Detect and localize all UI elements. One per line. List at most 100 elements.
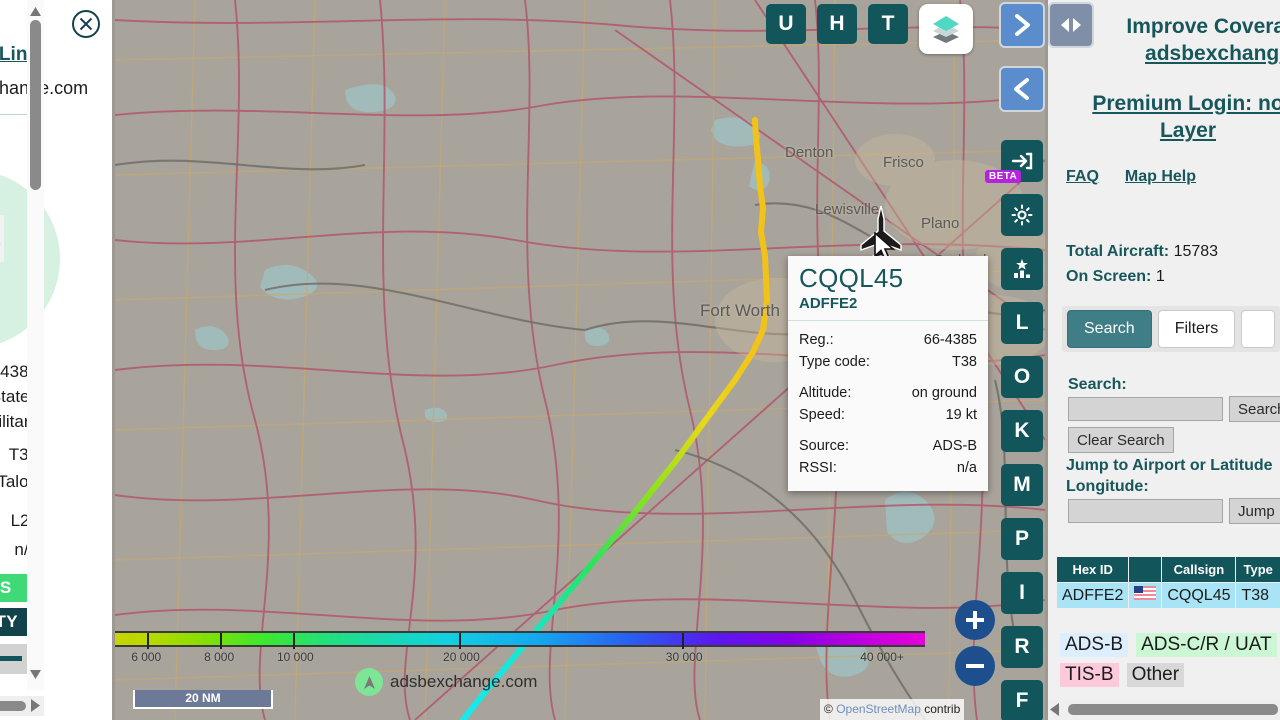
chevron-left-icon	[1014, 78, 1029, 100]
expand-right-button[interactable]	[999, 2, 1045, 48]
osm-attribution: © OpenStreetMap contrib	[820, 699, 965, 720]
popup-hex-id: ADFFE2	[799, 295, 858, 313]
on-screen-value: 1	[1155, 267, 1165, 285]
minus-icon	[966, 664, 984, 668]
us-flag-icon	[1134, 586, 1157, 600]
alt-tick-label: 20 000	[443, 650, 480, 664]
map-button-u[interactable]: U	[766, 4, 806, 44]
clear-search-button[interactable]: Clear Search	[1068, 427, 1174, 453]
osm-link[interactable]: OpenStreetMap	[836, 702, 921, 716]
map-button-k[interactable]: K	[1001, 410, 1043, 452]
alt-tick-label: 30 000	[665, 650, 703, 664]
left-panel-scrollbar[interactable]	[27, 0, 44, 690]
scroll-right-arrow-icon[interactable]	[31, 699, 40, 717]
column-callsign[interactable]: Callsign	[1161, 556, 1237, 583]
scroll-down-arrow-icon[interactable]	[30, 666, 41, 684]
popup-row-label: Altitude:	[799, 385, 852, 402]
premium-login-link[interactable]: Premium Login: no Layer	[1048, 90, 1280, 145]
popup-row-typecode: Type code: T38	[799, 351, 977, 373]
details-tab-label: DETAILS	[0, 578, 12, 597]
column-hex-id[interactable]: Hex ID	[1055, 556, 1130, 583]
legend-adsb: ADS-B	[1060, 633, 1129, 657]
map-button-l[interactable]: L	[1001, 302, 1043, 344]
premium-login-line2: Layer	[1159, 119, 1217, 143]
on-screen-row: On Screen: 1	[1066, 265, 1218, 290]
zoom-controls	[955, 600, 995, 686]
popup-header: CQQL45 ADFFE2	[788, 256, 988, 322]
scroll-left-arrow-icon[interactable]	[1050, 703, 1059, 720]
search-button[interactable]: Search	[1229, 396, 1280, 422]
aircraft-photo	[0, 215, 4, 262]
source-legend: ADS-B ADS-C/R / UAT TIS-B Other	[1060, 633, 1280, 687]
beta-badge: BETA	[985, 170, 1022, 183]
popup-row-value: 66-4385	[923, 332, 977, 349]
legend-other: Other	[1126, 663, 1185, 687]
sidebar-panel: Improve Coverage adsbexchange Premium Lo…	[1048, 0, 1280, 720]
column-flag[interactable]	[1128, 556, 1163, 583]
popup-row-label: Source:	[799, 438, 849, 455]
table-header-row: Hex ID Callsign Type	[1055, 556, 1280, 583]
popup-row-value: ADS-B	[932, 438, 977, 455]
cell-callsign[interactable]: CQQL45	[1161, 582, 1237, 609]
stats-button[interactable]	[1001, 248, 1043, 290]
popup-row-label: Speed:	[799, 407, 845, 424]
map-help-link[interactable]: Map Help	[1125, 168, 1196, 186]
map-button-o[interactable]: O	[1001, 356, 1043, 398]
cell-type[interactable]: T38	[1235, 582, 1280, 609]
zoom-in-button[interactable]	[955, 600, 995, 640]
city-label-fort-worth: Fort Worth	[700, 301, 780, 320]
aircraft-popup[interactable]: CQQL45 ADFFE2 Reg.: 66-4385 Type code: T…	[788, 256, 988, 492]
close-circle-icon	[72, 10, 100, 38]
layers-button[interactable]	[919, 4, 973, 54]
column-type[interactable]: Type	[1235, 556, 1280, 583]
cell-flag	[1128, 582, 1163, 609]
map-button-m[interactable]: M	[1001, 464, 1043, 506]
scrollbar-thumb[interactable]	[30, 20, 41, 190]
improve-coverage-link[interactable]: adsbexchange	[1068, 41, 1280, 68]
cell-hex-id[interactable]: ADFFE2	[1055, 582, 1130, 609]
map-button-f[interactable]: F	[1001, 680, 1043, 720]
hscrollbar-thumb[interactable]	[0, 701, 26, 711]
aircraft-table: Hex ID Callsign Type ADFFE2 CQQL45 T38	[1055, 556, 1280, 609]
plus-icon	[966, 611, 984, 629]
chevron-right-icon	[1015, 14, 1030, 36]
right-panel-hscrollbar[interactable]	[1048, 699, 1280, 720]
map-button-h[interactable]: H	[817, 4, 857, 44]
search-input[interactable]	[1068, 397, 1223, 421]
premium-login-line1: Premium Login: no	[1092, 92, 1280, 115]
map-button-i[interactable]: I	[1001, 572, 1043, 614]
tab-search[interactable]: Search	[1067, 310, 1152, 348]
jump-row: Jump	[1068, 498, 1280, 524]
tab-filters[interactable]: Filters	[1157, 310, 1236, 348]
map-button-t[interactable]: T	[868, 4, 908, 44]
faq-link[interactable]: FAQ	[1066, 168, 1099, 186]
adsbexchange-logo-icon	[355, 668, 383, 696]
zoom-out-button[interactable]	[955, 646, 995, 686]
panel-toggle-button[interactable]	[1048, 2, 1094, 48]
close-panel-button[interactable]	[70, 8, 102, 45]
table-row[interactable]: ADFFE2 CQQL45 T38	[1055, 582, 1280, 609]
popup-row-rssi: RSSI: n/a	[799, 457, 977, 479]
jump-button[interactable]: Jump	[1229, 498, 1280, 524]
map-button-r[interactable]: R	[1001, 626, 1043, 668]
hscrollbar-thumb[interactable]	[1068, 704, 1278, 715]
tab-more[interactable]	[1241, 310, 1276, 348]
popup-row-value: n/a	[956, 460, 977, 477]
total-aircraft-label: Total Aircraft:	[1066, 243, 1170, 260]
collapse-left-button[interactable]	[999, 66, 1045, 112]
legend-tisb: TIS-B	[1060, 663, 1119, 687]
popup-row-label: RSSI:	[799, 460, 837, 477]
search-row: Search	[1068, 396, 1280, 422]
jump-label: Jump to Airport or Latitude Longitude:	[1066, 457, 1273, 495]
jump-input[interactable]	[1068, 499, 1223, 523]
aircraft-stats: Total Aircraft: 15783 On Screen: 1	[1066, 240, 1218, 290]
popup-row-value: T38	[952, 354, 977, 371]
scroll-up-arrow-icon[interactable]	[30, 3, 41, 21]
map-button-p[interactable]: P	[1001, 518, 1043, 560]
activity-tab-label: ACTIVITY	[0, 612, 18, 631]
settings-button[interactable]	[1001, 194, 1043, 236]
login-button[interactable]: BETA	[985, 140, 1043, 183]
left-panel-hscrollbar[interactable]	[0, 696, 44, 716]
popup-row-altitude: Altitude: on ground	[799, 382, 977, 404]
popup-row-value: 19 kt	[945, 407, 977, 424]
